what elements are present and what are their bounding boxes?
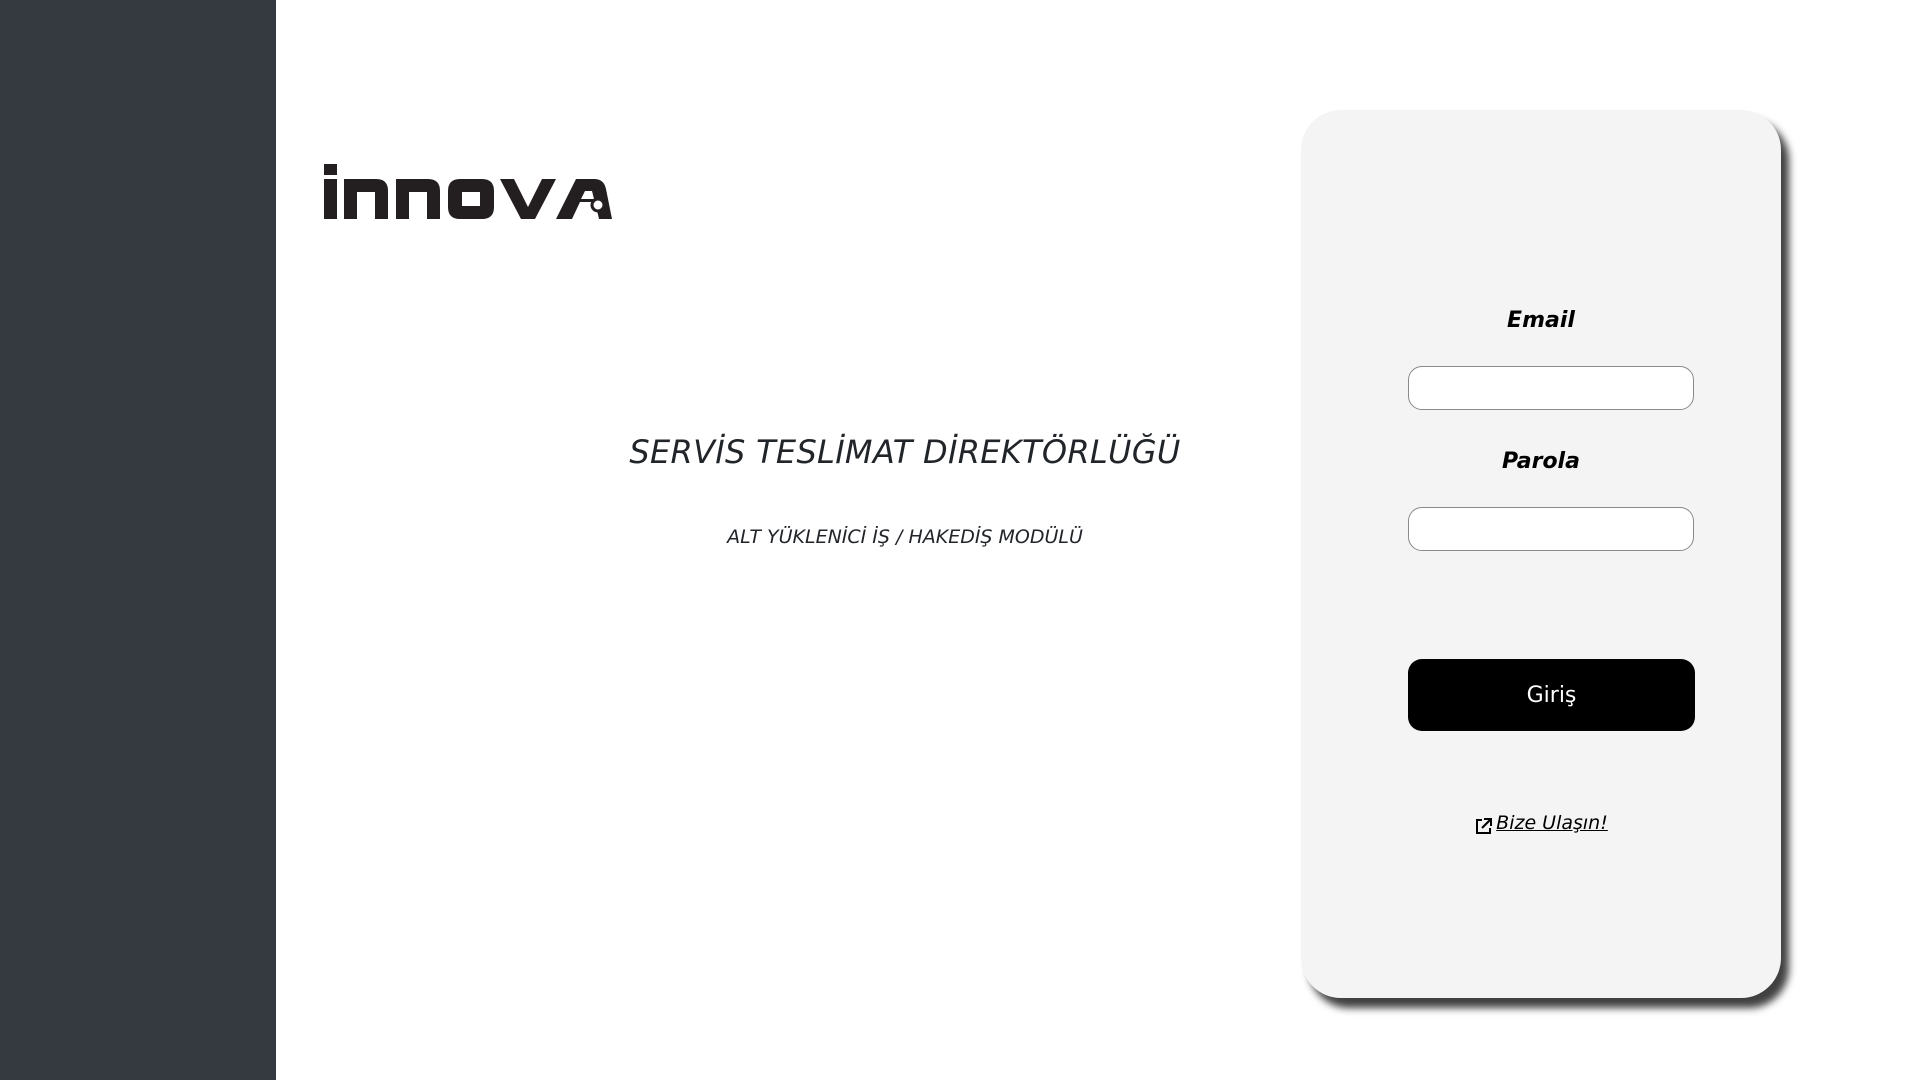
password-label: Parola xyxy=(1502,449,1580,474)
contact-link-row: Bize Ulaşın! xyxy=(1301,812,1781,838)
login-page: SERVİS TESLİMAT DİREKTÖRLÜĞÜ ALT YÜKLENİ… xyxy=(0,0,1920,1080)
page-subtitle: ALT YÜKLENİCİ İŞ / HAKEDİŞ MODÜLÜ xyxy=(727,526,1083,548)
page-title: SERVİS TESLİMAT DİREKTÖRLÜĞÜ xyxy=(629,433,1181,471)
contact-us-link[interactable]: Bize Ulaşın! xyxy=(1474,812,1608,834)
email-label: Email xyxy=(1507,308,1575,333)
innova-logo xyxy=(324,162,614,224)
login-button[interactable]: Giriş xyxy=(1408,659,1695,731)
email-field[interactable] xyxy=(1408,366,1694,410)
password-field[interactable] xyxy=(1408,507,1694,551)
external-link-icon xyxy=(1474,817,1493,836)
left-sidebar xyxy=(0,0,276,1080)
login-card: Email Parola Giriş Bize Ulaşın! xyxy=(1301,110,1781,998)
contact-us-label: Bize Ulaşın! xyxy=(1496,812,1608,834)
